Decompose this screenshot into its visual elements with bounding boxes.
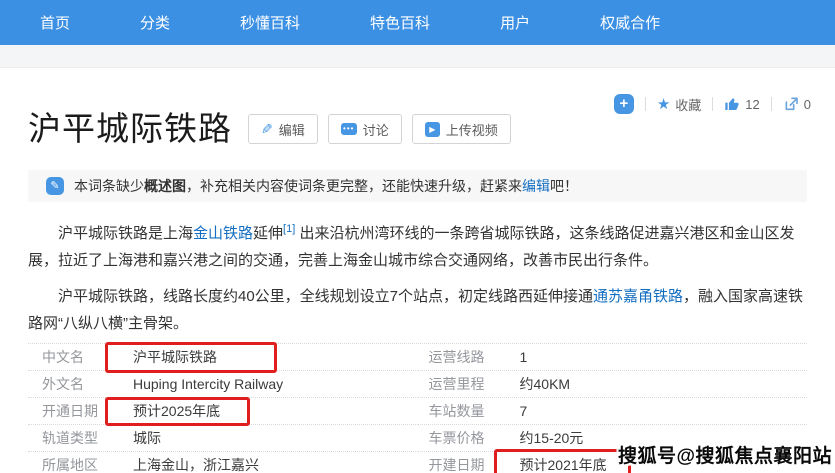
entry-content: + ★ 收藏 12 0 沪平城际铁路 ✎ 编辑 (0, 68, 835, 473)
favorite-button[interactable]: ★ 收藏 (657, 95, 701, 114)
upload-video-button[interactable]: ▶ 上传视频 (412, 114, 511, 144)
nav-item-category[interactable]: 分类 (140, 12, 170, 33)
discuss-button-label: 讨论 (363, 120, 389, 139)
share-icon (783, 96, 799, 112)
discuss-button[interactable]: ••• 讨论 (328, 114, 402, 144)
infobox-row-track-type: 轨道类型 城际 (28, 425, 418, 452)
divider (771, 97, 772, 111)
reference-1-link[interactable]: [1] (283, 223, 295, 235)
tongsujiayong-railway-link[interactable]: 通苏嘉甬铁路 (593, 288, 683, 305)
like-count: 12 (745, 97, 759, 112)
nav-item-featured[interactable]: 特色百科 (370, 12, 430, 33)
play-icon: ▶ (425, 122, 440, 137)
infobox-row-lines: 运营线路 1 (418, 344, 808, 371)
jinshan-railway-link[interactable]: 金山铁路 (193, 225, 253, 242)
notice-edit-link[interactable]: 编辑 (522, 178, 550, 194)
entry-actions: + ★ 收藏 12 0 (614, 94, 811, 114)
infobox-row-chinese-name: 中文名 沪平城际铁路 (28, 344, 418, 371)
page-title: 沪平城际铁路 (28, 102, 232, 150)
sohu-watermark: 搜狐号@搜狐焦点襄阳站 (618, 441, 832, 468)
share-count: 0 (804, 97, 811, 112)
infobox-row-foreign-name: 外文名 Huping Intercity Railway (28, 371, 418, 398)
divider (712, 97, 713, 111)
edit-button[interactable]: ✎ 编辑 (248, 114, 318, 144)
baike-entry-page: 首页 分类 秒懂百科 特色百科 用户 权威合作 + ★ 收藏 12 0 (0, 0, 835, 473)
nav-item-miaodong[interactable]: 秒懂百科 (240, 12, 300, 33)
infobox-row-region: 所属地区 上海金山，浙江嘉兴 (28, 452, 418, 473)
infobox-left-column: 中文名 沪平城际铁路 外文名 Huping Intercity Railway … (28, 344, 418, 473)
article-paragraph-2: 沪平城际铁路，线路长度约40公里，全线规划设立7个站点，初定线路西延伸接通通苏嘉… (28, 283, 807, 337)
nav-item-user[interactable]: 用户 (500, 12, 530, 33)
add-button[interactable]: + (614, 94, 634, 114)
header-substrip (0, 45, 835, 68)
title-buttons: ✎ 编辑 ••• 讨论 ▶ 上传视频 (248, 114, 511, 144)
nav-item-home[interactable]: 首页 (40, 12, 70, 33)
notice-bar: ✎ 本词条缺少概述图，补充相关内容使词条更完整，还能快速升级，赶紧来编辑吧！ (28, 170, 807, 202)
infobox-row-mileage: 运营里程 约40KM (418, 371, 808, 398)
infobox-row-opening-date: 开通日期 预计2025年底 (28, 398, 418, 425)
speech-bubble-icon: ••• (341, 123, 357, 135)
favorite-label: 收藏 (675, 95, 701, 114)
notice-text: 本词条缺少概述图，补充相关内容使词条更完整，还能快速升级，赶紧来编辑吧！ (74, 176, 578, 196)
article-paragraph-1: 沪平城际铁路是上海金山铁路延伸[1] 出来沿杭州湾环线的一条跨省城际铁路，这条线… (28, 216, 807, 274)
divider (645, 97, 646, 111)
pencil-icon: ✎ (261, 122, 273, 136)
upload-video-label: 上传视频 (446, 120, 498, 139)
top-nav: 首页 分类 秒懂百科 特色百科 用户 权威合作 (0, 0, 835, 45)
infobox-row-station-count: 车站数量 7 (418, 398, 808, 425)
nav-item-cooperation[interactable]: 权威合作 (600, 12, 660, 33)
thumb-up-icon (724, 96, 740, 112)
share-button[interactable]: 0 (783, 96, 811, 112)
edit-button-label: 编辑 (279, 120, 305, 139)
edit-pencil-badge-icon: ✎ (46, 177, 64, 195)
star-icon: ★ (657, 97, 670, 112)
like-button[interactable]: 12 (724, 96, 759, 112)
